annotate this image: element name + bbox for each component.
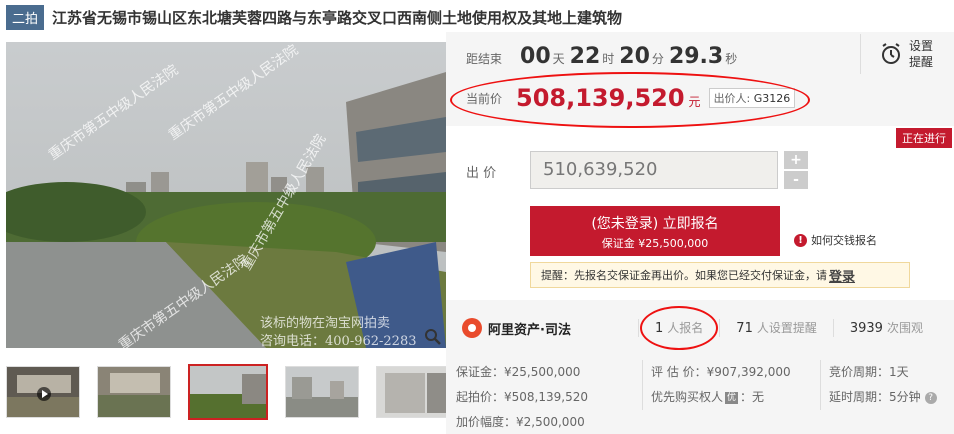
thumbnail-video[interactable] <box>6 366 80 418</box>
signup-button-label: (您未登录) 立即报名 <box>591 216 719 232</box>
auction-details: 保证金：¥25,500,000 起拍价：¥508,139,520 加价幅度：¥2… <box>446 356 954 434</box>
bid-increase-button[interactable]: + <box>784 151 808 169</box>
deposit-notice: 提醒：先报名交保证金再出价。如果您已经交付保证金，请 登录 <box>530 262 910 288</box>
photo-caption: 咨询电话：400-962-2283 <box>260 334 417 348</box>
main-photo[interactable]: 重庆市第五中级人民法院 重庆市第五中级人民法院 重庆市第五中级人民法院 重庆市第… <box>6 42 446 348</box>
signup-button[interactable]: (您未登录) 立即报名 保证金 ¥25,500,000 <box>530 206 780 256</box>
notice-text: 提醒：先报名交保证金再出价。如果您已经交付保证金，请 <box>541 269 827 282</box>
countdown-label: 距结束 <box>466 52 503 66</box>
stat-views-label: 次围观 <box>886 321 923 335</box>
details-column-2: 评 估 价：¥907,392,000 优先购买权人优：无 <box>642 360 791 410</box>
page-title: 江苏省无锡市锡山区东北塘芙蓉四路与东亭路交叉口西南侧土地使用权及其地上建筑物 <box>52 8 623 27</box>
countdown-minutes-unit: 分 <box>651 52 664 66</box>
signup-deposit-label: 保证金 ¥25,500,000 <box>601 237 709 250</box>
thumbnail-selected[interactable] <box>188 364 268 420</box>
brand: 阿里资产·司法 <box>462 318 638 338</box>
info-icon: ! <box>794 233 807 247</box>
price-annotation-circle <box>450 72 810 128</box>
countdown-seconds-unit: 秒 <box>725 52 738 66</box>
question-icon[interactable]: ? <box>924 391 937 404</box>
stat-reminders: 71 人设置提醒 <box>719 319 833 337</box>
brand-name: 阿里资产·司法 <box>488 322 571 338</box>
bid-decrease-button[interactable]: - <box>784 171 808 189</box>
play-icon <box>37 387 51 401</box>
bid-increment: 加价幅度：¥2,500,000 <box>456 415 585 429</box>
priority-badge-icon: 优 <box>725 391 739 404</box>
photo-caption: 该标的物在淘宝网拍卖 <box>260 316 391 331</box>
starting-price: 起拍价：¥508,139,520 <box>456 390 588 404</box>
details-column-3: 竞价周期：1天 延时周期：5分钟? <box>820 360 937 410</box>
payment-help-link[interactable]: ! 如何交钱报名 <box>794 232 877 248</box>
countdown-hours: 22 <box>569 44 601 69</box>
stat-reminders-label: 人设置提醒 <box>756 321 817 335</box>
extension-period: 延时周期：5分钟? <box>821 385 937 410</box>
countdown-seconds: 29.3 <box>668 44 724 69</box>
priority-buyer-label: 优先购买权人 <box>651 390 724 404</box>
login-link[interactable]: 登录 <box>829 266 855 285</box>
thumbnail[interactable] <box>285 366 359 418</box>
reminder-label-2: 提醒 <box>909 55 934 69</box>
set-reminder-button[interactable]: 设置 提醒 <box>860 34 940 74</box>
stat-views: 3939 次围观 <box>832 319 939 337</box>
countdown-days-unit: 天 <box>552 52 565 66</box>
thumbnail-strip <box>6 364 467 422</box>
countdown: 距结束 00 天 22 时 20 分 29.3 秒 <box>466 44 742 69</box>
priority-buyer: 优先购买权人优：无 <box>643 385 791 410</box>
reminder-label-1: 设置 <box>909 39 934 53</box>
deposit: 保证金：¥25,500,000 <box>456 365 581 379</box>
ali-asset-logo-icon <box>462 318 482 338</box>
bidding-period: 竞价周期：1天 <box>829 365 909 379</box>
bid-label: 出 价 <box>466 166 497 181</box>
payment-help-text: 如何交钱报名 <box>811 234 877 247</box>
title-row: 二拍 江苏省无锡市锡山区东北塘芙蓉四路与东亭路交叉口西南侧土地使用权及其地上建筑… <box>6 4 622 30</box>
appraisal-price: 评 估 价：¥907,392,000 <box>651 365 791 379</box>
auction-round-tag: 二拍 <box>6 4 45 30</box>
countdown-minutes: 20 <box>619 44 650 69</box>
bid-amount-input[interactable]: 510,639,520 <box>530 151 778 189</box>
stat-reminders-count: 71 <box>736 321 753 336</box>
details-column-1: 保证金：¥25,500,000 起拍价：¥508,139,520 加价幅度：¥2… <box>456 360 588 434</box>
thumbnail[interactable] <box>376 366 450 418</box>
zoom-icon[interactable] <box>424 328 442 346</box>
status-badge: 正在进行 <box>896 128 952 148</box>
alarm-clock-icon <box>882 43 900 64</box>
stat-views-count: 3939 <box>849 321 883 336</box>
registrations-annotation-circle <box>640 306 718 350</box>
countdown-hours-unit: 时 <box>602 52 615 66</box>
countdown-days: 00 <box>520 44 551 69</box>
extension-period-text: 延时周期：5分钟 <box>829 390 921 404</box>
priority-buyer-value: ：无 <box>740 390 765 404</box>
thumbnail[interactable] <box>97 366 171 418</box>
